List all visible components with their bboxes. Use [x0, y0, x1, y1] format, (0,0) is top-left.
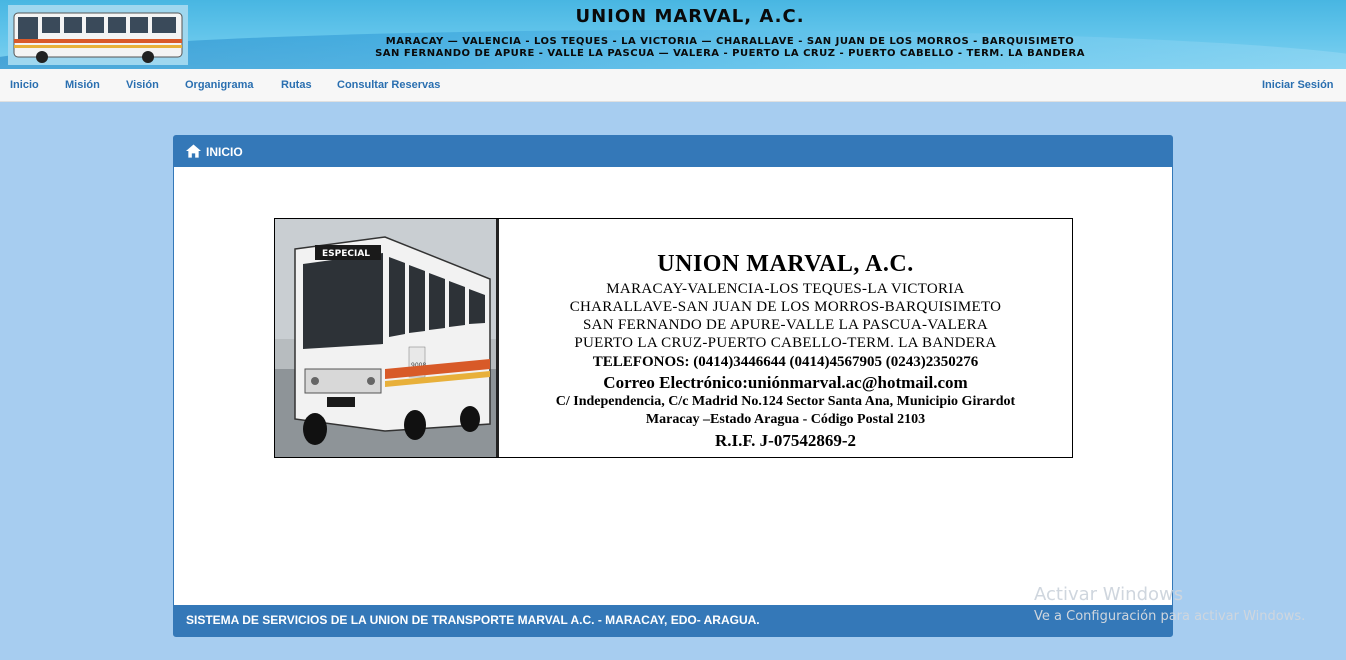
nav-vision[interactable]: Visión	[126, 79, 159, 91]
address-line-2: Maracay –Estado Aragua - Código Postal 2…	[645, 412, 926, 427]
route-line-2: CHARALLAVE-SAN JUAN DE LOS MORROS-BARQUI…	[569, 299, 1002, 315]
panel-header-title: INICIO	[206, 145, 243, 159]
route-line-4: PUERTO LA CRUZ-PUERTO CABELLO-TERM. LA B…	[574, 335, 997, 351]
top-nav: Inicio Misión Visión Organigrama Rutas C…	[0, 69, 1346, 102]
route-line-3: SAN FERNANDO DE APURE-VALLE LA PASCUA-VA…	[582, 317, 989, 333]
nav-iniciar-sesion[interactable]: Iniciar Sesión	[1262, 79, 1334, 91]
home-icon	[186, 144, 201, 158]
banner-routes-line-2: SAN FERNANDO DE APURE - VALLE LA PASCUA …	[375, 48, 1085, 59]
nav-rutas[interactable]: Rutas	[281, 79, 312, 91]
phone-numbers: TELEFONOS: (0414)3446644 (0414)4567905 (…	[592, 354, 979, 370]
header-banner: UNION MARVAL, A.C. MARACAY — VALENCIA - …	[0, 0, 1346, 69]
banner-routes-line-1: MARACAY — VALENCIA - LOS TEQUES - LA VIC…	[385, 36, 1075, 47]
banner-bus-image	[8, 5, 188, 65]
bus-photo-image: ESPECIAL 9008	[275, 219, 496, 457]
windows-activation-title: Activar Windows	[1034, 584, 1184, 605]
address-line-1: C/ Independencia, C/c Madrid No.124 Sect…	[555, 394, 1016, 409]
panel-footer: SISTEMA DE SERVICIOS DE LA UNION DE TRAN…	[174, 605, 1172, 636]
nav-organigrama[interactable]: Organigrama	[185, 79, 253, 91]
route-line-1: MARACAY-VALENCIA-LOS TEQUES-LA VICTORIA	[606, 281, 965, 297]
rif-number: R.I.F. J-07542869-2	[714, 431, 857, 450]
email-address: Correo Electrónico:uniónmarval.ac@hotmai…	[603, 373, 968, 392]
bus-destination-sign: ESPECIAL	[322, 249, 370, 259]
company-info-text: UNION MARVAL, A.C. MARACAY-VALENCIA-LOS …	[499, 219, 1072, 457]
company-info-card: ESPECIAL 9008 UNION MARVAL, A.C. MARACAY…	[274, 218, 1073, 458]
bus-photo: ESPECIAL 9008	[275, 219, 499, 457]
nav-mision[interactable]: Misión	[65, 79, 100, 91]
company-name: UNION MARVAL, A.C.	[657, 251, 914, 277]
footer-text: SISTEMA DE SERVICIOS DE LA UNION DE TRAN…	[186, 613, 760, 627]
nav-inicio[interactable]: Inicio	[10, 79, 39, 91]
panel-header: INICIO	[174, 136, 1172, 167]
banner-title: UNION MARVAL, A.C.	[575, 6, 805, 27]
nav-consultar-reservas[interactable]: Consultar Reservas	[337, 79, 440, 91]
main-panel: INICIO ESPECIAL 9008 UNION MARVAL, A.C. …	[173, 135, 1173, 637]
windows-activation-subtitle: Ve a Configuración para activar Windows.	[1034, 609, 1306, 624]
